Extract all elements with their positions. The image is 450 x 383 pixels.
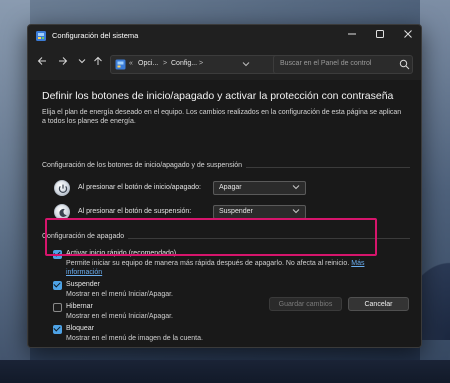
minimize-button[interactable] [338, 27, 366, 45]
hibernate-description: Mostrar en el menú Iniciar/Apagar. [66, 313, 173, 320]
window-title: Configuración del sistema [52, 31, 139, 40]
fast-startup-description: Permite iniciar su equipo de manera más … [66, 260, 364, 267]
hibernate-checkbox[interactable] [53, 303, 62, 312]
power-button-action-select[interactable]: Apagar [213, 181, 306, 195]
maximize-button[interactable] [366, 27, 394, 45]
sleep-button-action-value: Suspender [219, 208, 253, 215]
system-settings-window: Configuración del sistema « Opci... > Co… [27, 24, 422, 348]
taskbar-edge [0, 360, 450, 383]
arrow-right-icon [59, 57, 68, 65]
more-info-link-continued[interactable]: información [66, 269, 102, 276]
forward-button[interactable] [55, 55, 71, 73]
address-separator[interactable]: > [163, 60, 167, 67]
arrow-up-icon [94, 56, 102, 65]
up-button[interactable] [90, 55, 106, 73]
address-overflow[interactable]: « [129, 60, 133, 67]
hibernate-label[interactable]: Hibernar [66, 303, 93, 310]
control-panel-icon [36, 31, 46, 41]
address-bar[interactable]: « Opci... > Config... > [110, 55, 292, 74]
close-icon [404, 30, 412, 38]
search-icon [399, 59, 410, 70]
lock-checkbox[interactable] [53, 325, 62, 334]
save-changes-button[interactable]: Guardar cambios [269, 297, 342, 311]
more-info-link[interactable]: Más [351, 260, 364, 267]
address-separator[interactable]: > [199, 60, 203, 67]
power-button-label: Al presionar el botón de inicio/apagado: [78, 184, 201, 191]
page-description: Elija el plan de energía deseado en el e… [42, 109, 402, 125]
sleep-button-action-select[interactable]: Suspender [213, 205, 306, 219]
maximize-icon [376, 30, 384, 38]
search-placeholder: Buscar en el Panel de control [280, 60, 372, 67]
sleep-label[interactable]: Suspender [66, 281, 100, 288]
search-input[interactable]: Buscar en el Panel de control [273, 55, 413, 74]
control-panel-icon [115, 59, 126, 70]
highlight-frame [45, 218, 377, 256]
chevron-down-icon [78, 59, 86, 64]
sleep-checkbox[interactable] [53, 281, 62, 290]
arrow-left-icon [37, 57, 46, 65]
address-segment-config[interactable]: Config... [171, 60, 197, 67]
fast-startup-description-text: Permite iniciar su equipo de manera más … [66, 260, 350, 267]
chevron-down-icon [292, 207, 300, 217]
power-icon [58, 184, 68, 193]
page-title: Definir los botones de inicio/apagado y … [42, 90, 394, 102]
back-button[interactable] [34, 55, 50, 73]
address-dropdown-button[interactable] [242, 60, 250, 70]
chevron-down-icon [292, 183, 300, 193]
sleep-button-label: Al presionar el botón de suspensión: [78, 208, 192, 215]
desktop-background-left [0, 0, 30, 383]
power-button-icon [54, 180, 70, 196]
lock-label[interactable]: Bloquear [66, 325, 94, 332]
minimize-icon [348, 33, 356, 35]
cancel-button[interactable]: Cancelar [348, 297, 409, 311]
close-button[interactable] [394, 27, 421, 45]
sleep-description: Mostrar en el menú Iniciar/Apagar. [66, 291, 173, 298]
power-button-action-value: Apagar [219, 184, 242, 191]
title-bar[interactable]: Configuración del sistema [28, 25, 421, 47]
lock-description: Mostrar en el menú de imagen de la cuent… [66, 335, 203, 342]
chevron-down-icon [242, 62, 250, 67]
address-segment-options[interactable]: Opci... [138, 60, 158, 67]
recent-locations-button[interactable] [74, 55, 90, 73]
buttons-group-label: Configuración de los botones de inicio/a… [42, 162, 247, 169]
